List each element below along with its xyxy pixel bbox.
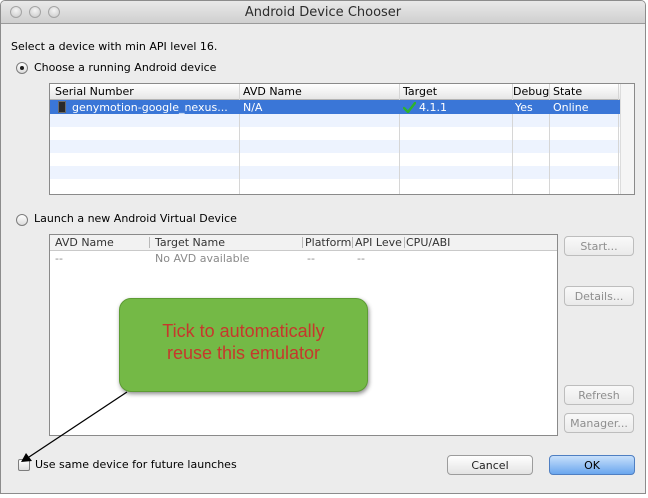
annotation-callout: Tick to automatically reuse this emulato… <box>119 298 368 392</box>
annotation-line-2: reuse this emulator <box>166 343 321 363</box>
annotation-arrow <box>21 391 128 462</box>
annotation-line-1: Tick to automatically <box>162 321 325 341</box>
